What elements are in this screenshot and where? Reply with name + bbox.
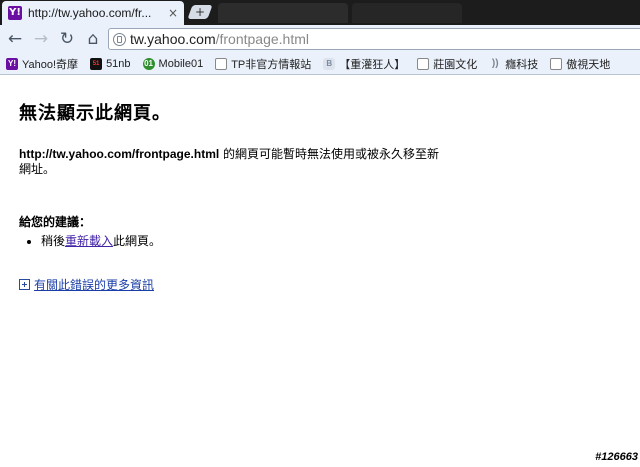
bookmark-label: 癮科技: [505, 58, 539, 71]
bookmark-engadget[interactable]: )) 癮科技: [489, 56, 538, 72]
yahoo-icon: Y!: [6, 57, 18, 70]
bookmark-aoshi[interactable]: 傲視天地: [550, 56, 610, 72]
bookmark-label: 傲視天地: [566, 58, 611, 71]
bookmark-tp[interactable]: TP非官方情報站: [215, 56, 311, 72]
page-title: 無法顯示此網頁。: [19, 103, 171, 124]
bookmark-label: 莊園文化: [433, 58, 478, 71]
url-host: tw.yahoo.com: [130, 31, 216, 47]
reload-link[interactable]: 重新載入: [65, 234, 113, 248]
plus-icon: +: [194, 5, 206, 19]
rss-icon: )): [491, 58, 499, 69]
bookmark-yahoo[interactable]: Y! Yahoo!奇摩: [6, 56, 78, 72]
blogger-icon: B: [323, 57, 336, 70]
bookmark-label: TP非官方情報站: [231, 58, 312, 71]
error-page: 無法顯示此網頁。 http://tw.yahoo.com/frontpage.h…: [19, 75, 619, 293]
suggestions-list: 稍後重新載入此網頁。: [19, 233, 619, 250]
mobile01-icon: 01: [142, 57, 155, 70]
bookmark-label: 51nb: [106, 57, 131, 70]
bookmark-label: Mobile01: [158, 57, 204, 70]
suggestions-title: 給您的建議：: [19, 215, 92, 229]
forward-button[interactable]: →: [30, 28, 52, 50]
error-message: http://tw.yahoo.com/frontpage.html 的網頁可能…: [19, 147, 449, 177]
watermark: #126663: [595, 451, 638, 463]
close-icon[interactable]: ×: [166, 6, 180, 20]
bookmarks-bar: Y! Yahoo!奇摩 51 51nb 01 Mobile01 TP非官方情報站…: [0, 53, 640, 75]
51nb-icon: 51: [90, 57, 103, 70]
home-button[interactable]: ⌂: [82, 28, 104, 50]
address-bar[interactable]: tw.yahoo.com/frontpage.html: [108, 28, 640, 50]
error-url: http://tw.yahoo.com/frontpage.html: [19, 147, 220, 161]
bookmark-mobile01[interactable]: 01 Mobile01: [142, 57, 204, 70]
active-tab[interactable]: Y! http://tw.yahoo.com/fr... ×: [2, 1, 184, 25]
background-tab[interactable]: [352, 3, 462, 23]
bookmark-51nb[interactable]: 51 51nb: [90, 57, 131, 70]
suggestion-prefix: 稍後: [41, 234, 66, 248]
reload-button[interactable]: ↻: [56, 28, 78, 50]
toolbar: ← → ↻ ⌂ tw.yahoo.com/frontpage.html: [0, 25, 640, 53]
bookmark-zhuangyuan[interactable]: 莊園文化: [417, 56, 477, 72]
list-item: 稍後重新載入此網頁。: [41, 233, 619, 250]
reload-icon: ↻: [59, 29, 75, 49]
expand-plus-icon[interactable]: [19, 279, 30, 290]
back-arrow-icon: ←: [7, 29, 23, 49]
home-icon: ⌂: [87, 29, 99, 49]
back-button[interactable]: ←: [4, 28, 26, 50]
bookmark-label: 【重灌狂人】: [339, 58, 406, 71]
bookmark-label: Yahoo!奇摩: [22, 58, 79, 71]
page-icon: [215, 57, 228, 70]
url-path: /frontpage.html: [215, 31, 309, 47]
tab-title: http://tw.yahoo.com/fr...: [28, 6, 152, 20]
url-text[interactable]: tw.yahoo.com/frontpage.html: [130, 31, 309, 47]
suggestion-suffix: 此網頁。: [113, 234, 162, 248]
new-tab-button[interactable]: +: [187, 5, 213, 19]
page-icon: [550, 57, 563, 70]
yahoo-favicon-icon: Y!: [8, 6, 22, 20]
more-info-link[interactable]: 有關此錯誤的更多資訊: [34, 276, 154, 293]
bookmark-crazyman[interactable]: B 【重灌狂人】: [323, 56, 405, 72]
background-tab[interactable]: [218, 3, 348, 23]
page-icon: [113, 32, 126, 46]
tab-strip: Y! http://tw.yahoo.com/fr... × +: [0, 0, 640, 25]
more-info[interactable]: 有關此錯誤的更多資訊: [19, 276, 619, 293]
forward-arrow-icon: →: [33, 29, 49, 49]
page-icon: [417, 57, 430, 70]
